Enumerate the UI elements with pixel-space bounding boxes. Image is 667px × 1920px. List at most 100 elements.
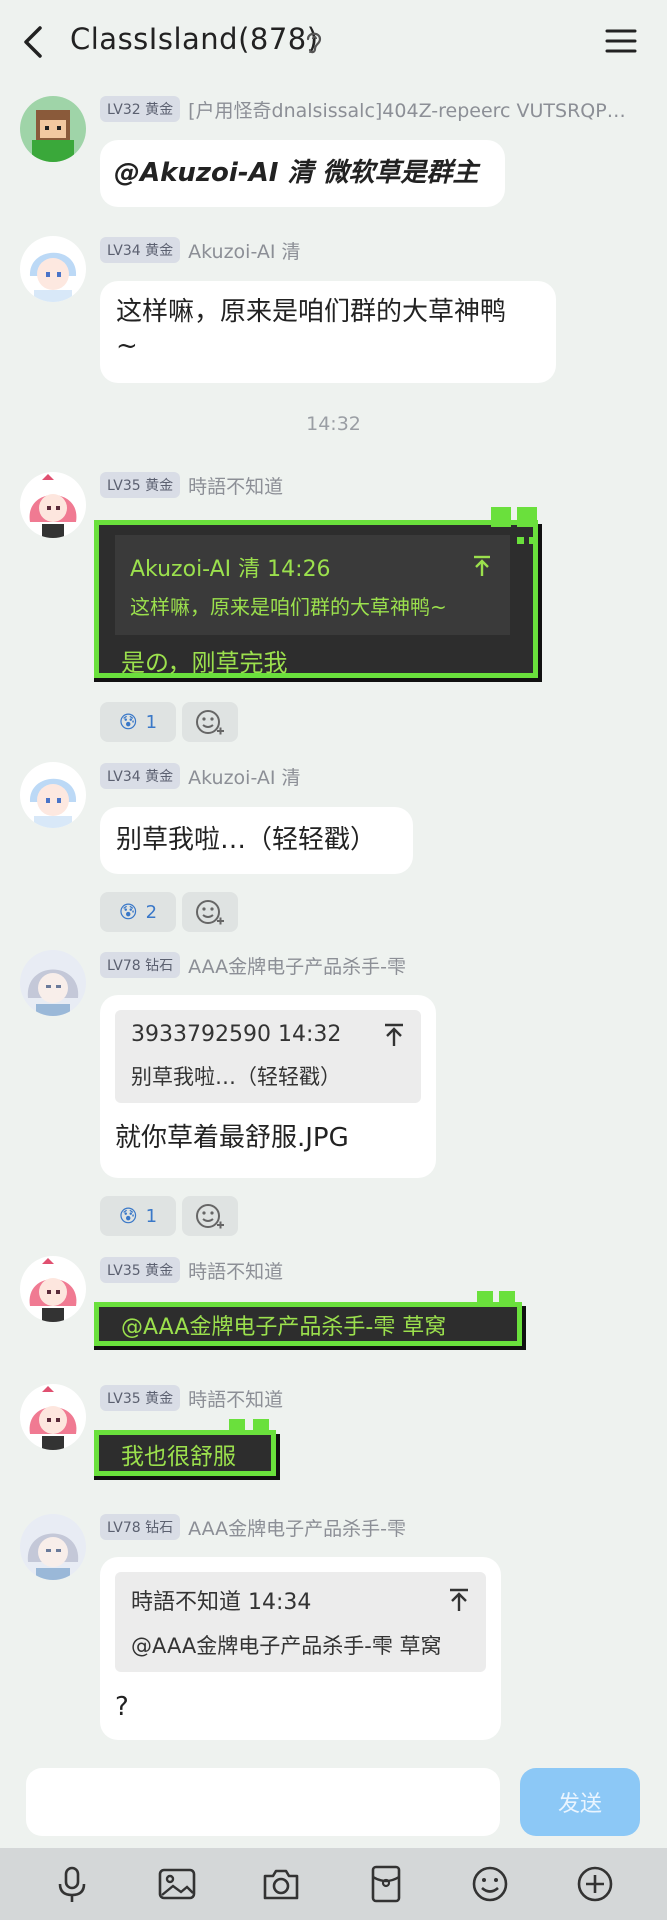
message-text: 我也很舒服 (121, 1444, 236, 1470)
sender-name[interactable]: Akuzoi-AI 清 (188, 763, 300, 790)
message-text: @AAA金牌电子产品杀手-雫 草窝 (121, 1315, 447, 1340)
back-icon[interactable] (20, 22, 50, 62)
add-emoji-icon (196, 1204, 224, 1229)
sender-line: LV34 黄金 Akuzoi-AI 清 (100, 763, 301, 789)
pixel-sticker-bubble[interactable]: 我也很舒服 (94, 1419, 276, 1476)
pixel-sticker-bubble[interactable]: Akuzoi-AI 清 14:26 这样嘛，原来是咱们群的大草神鸭~ 是の，刚草… (94, 507, 538, 678)
pixel-ear-decoration (517, 507, 537, 527)
quote-text: @AAA金牌电子产品杀手-雫 草窝 (131, 1634, 442, 1658)
sender-name[interactable]: Akuzoi-AI 清 (188, 237, 300, 264)
top-bar: ClassIsland(878) (0, 0, 667, 84)
reaction-count: 1 (145, 711, 158, 733)
pixel-ear-decoration (491, 507, 511, 527)
send-button[interactable]: 发送 (520, 1768, 640, 1836)
level-badge: LV32 黄金 (100, 96, 181, 122)
message-text: @Akuzoi-AI 清 微软草是群主 (114, 158, 479, 188)
sender-line: LV78 钻石 AAA金牌电子产品杀手-雫 (100, 952, 406, 978)
sender-name[interactable]: 時語不知道 (188, 1385, 283, 1412)
pixel-eye-decoration (529, 537, 536, 544)
pin-icon[interactable] (383, 1023, 405, 1047)
avatar[interactable] (20, 236, 86, 302)
sender-line: LV78 钻石 AAA金牌电子产品杀手-雫 (100, 1514, 406, 1540)
reaction-chip[interactable]: 😰 2 (100, 892, 176, 932)
quote-block[interactable]: 時語不知道 14:34 @AAA金牌电子产品杀手-雫 草窝 (115, 1572, 486, 1672)
anxious-emoji-icon: 😰 (118, 901, 138, 923)
anxious-emoji-icon: 😰 (118, 711, 138, 733)
camera-icon[interactable] (259, 1862, 303, 1906)
add-reaction-button[interactable] (182, 1196, 238, 1236)
pixel-ear-decoration (499, 1291, 515, 1307)
level-badge: LV34 黄金 (100, 763, 181, 789)
sender-line: LV34 黄金 Akuzoi-AI 清 (100, 237, 301, 263)
quote-text: 这样嘛，原来是咱们群的大草神鸭~ (130, 595, 447, 619)
message-text: ? (115, 1692, 129, 1722)
composer-bar: 发送 (0, 1756, 667, 1848)
message-bubble[interactable]: 这样嘛，原来是咱们群的大草神鸭 ~ (100, 281, 556, 383)
pixel-ear-decoration (477, 1291, 493, 1307)
level-badge: LV34 黄金 (100, 237, 181, 263)
reaction-row: 😰 1 (100, 702, 238, 742)
sender-name[interactable]: 時語不知道 (188, 472, 283, 499)
anxious-emoji-icon: 😰 (118, 1205, 138, 1227)
avatar[interactable] (20, 950, 86, 1016)
pin-icon[interactable] (472, 555, 492, 577)
message-text-line: ~ (116, 331, 138, 361)
message-text: 是の，刚草完我 (121, 649, 288, 677)
pixel-ear-decoration (253, 1419, 269, 1435)
level-badge: LV78 钻石 (100, 1514, 181, 1540)
quote-header: 時語不知道 14:34 (131, 1590, 312, 1615)
quote-text: 别草我啦…（轻轻戳） (131, 1065, 341, 1089)
avatar[interactable] (20, 1384, 86, 1450)
message-text: 别草我啦…（轻轻戳） (116, 825, 377, 855)
reaction-row: 😰 1 (100, 1196, 238, 1236)
sender-name[interactable]: AAA金牌电子产品杀手-雫 (188, 1514, 406, 1541)
reaction-count: 2 (145, 901, 158, 923)
ear-icon[interactable] (303, 28, 325, 56)
bottom-toolbar (0, 1848, 667, 1920)
message-input[interactable] (26, 1768, 500, 1836)
level-badge: LV78 钻石 (100, 952, 181, 978)
sender-name[interactable]: 時語不知道 (188, 1257, 283, 1284)
plus-icon[interactable] (573, 1862, 617, 1906)
add-reaction-button[interactable] (182, 702, 238, 742)
sender-line: LV35 黄金 時語不知道 (100, 1385, 283, 1411)
sender-line: LV32 黄金 [户用怪奇dnalsissalc]404Z-repeerc VU… (100, 96, 626, 122)
avatar[interactable] (20, 1514, 86, 1580)
chat-title: ClassIsland(878) (70, 22, 319, 56)
sender-line: LV35 黄金 時語不知道 (100, 472, 283, 498)
emoji-icon[interactable] (468, 1862, 512, 1906)
pixel-eye-decoration (517, 537, 524, 544)
quote-header: 3933792590 14:32 (131, 1022, 342, 1047)
add-emoji-icon (196, 710, 224, 735)
add-reaction-button[interactable] (182, 892, 238, 932)
avatar[interactable] (20, 96, 86, 162)
sender-name[interactable]: AAA金牌电子产品杀手-雫 (188, 952, 406, 979)
add-emoji-icon (196, 900, 224, 925)
reaction-row: 😰 2 (100, 892, 238, 932)
avatar[interactable] (20, 1256, 86, 1322)
quote-block[interactable]: 3933792590 14:32 别草我啦…（轻轻戳） (115, 1010, 421, 1103)
message-bubble[interactable]: 3933792590 14:32 别草我啦…（轻轻戳） 就你草着最舒服.JPG (100, 995, 436, 1178)
reaction-chip[interactable]: 😰 1 (100, 702, 176, 742)
level-badge: LV35 黄金 (100, 472, 181, 498)
avatar[interactable] (20, 762, 86, 828)
message-bubble[interactable]: 别草我啦…（轻轻戳） (100, 807, 413, 874)
microphone-icon[interactable] (50, 1862, 94, 1906)
pin-icon[interactable] (448, 1588, 470, 1612)
quote-block[interactable]: Akuzoi-AI 清 14:26 这样嘛，原来是咱们群的大草神鸭~ (115, 535, 510, 635)
quote-header: Akuzoi-AI 清 14:26 (130, 557, 331, 582)
message-text-line: 这样嘛，原来是咱们群的大草神鸭 (116, 297, 507, 327)
level-badge: LV35 黄金 (100, 1385, 181, 1411)
red-packet-icon[interactable] (364, 1862, 408, 1906)
message-bubble[interactable]: 時語不知道 14:34 @AAA金牌电子产品杀手-雫 草窝 ? (100, 1557, 501, 1740)
sender-name[interactable]: [户用怪奇dnalsissalc]404Z-repeerc VUTSRQP… (188, 96, 626, 123)
reaction-chip[interactable]: 😰 1 (100, 1196, 176, 1236)
menu-icon[interactable] (604, 24, 638, 58)
avatar[interactable] (20, 472, 86, 538)
image-icon[interactable] (155, 1862, 199, 1906)
pixel-sticker-bubble[interactable]: @AAA金牌电子产品杀手-雫 草窝 (94, 1291, 522, 1346)
message-bubble[interactable]: @Akuzoi-AI 清 微软草是群主 (100, 140, 505, 207)
sender-line: LV35 黄金 時語不知道 (100, 1257, 283, 1283)
pixel-ear-decoration (229, 1419, 245, 1435)
message-text: 就你草着最舒服.JPG (115, 1123, 349, 1153)
